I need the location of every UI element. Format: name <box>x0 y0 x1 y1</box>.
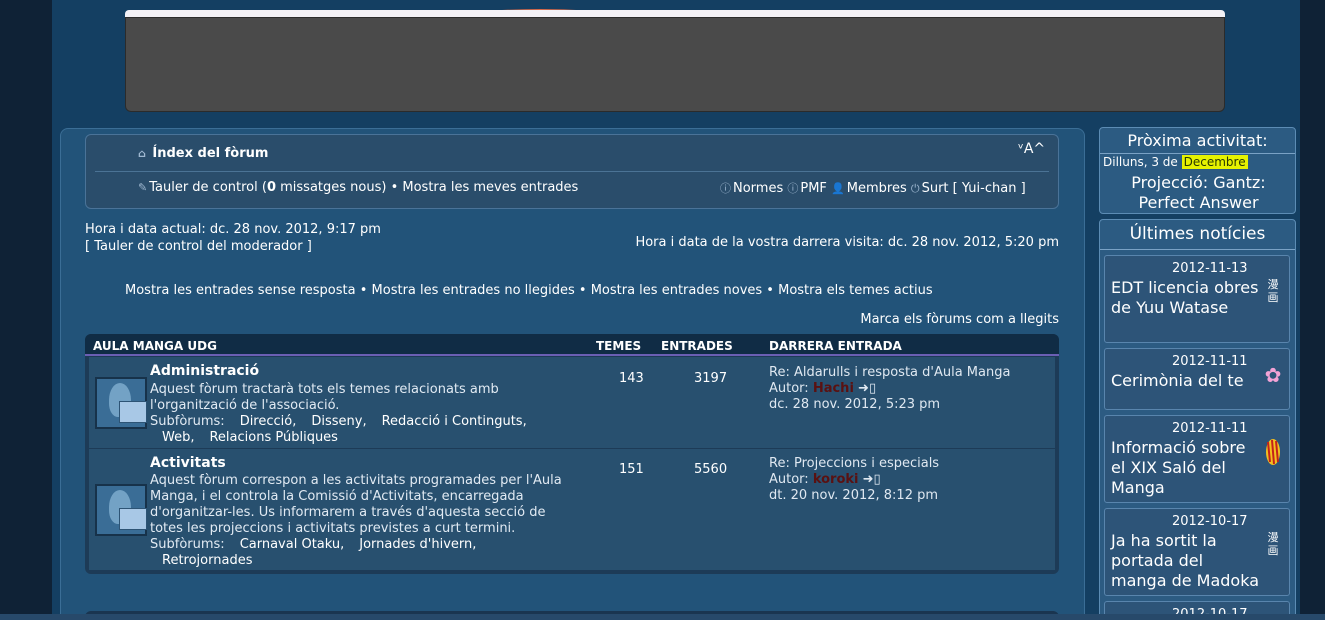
font-size-toggle[interactable]: ᵛA^ <box>1018 141 1045 157</box>
subforum-link[interactable]: Direcció, <box>240 414 297 429</box>
my-posts-link[interactable]: Mostra les meves entrades <box>402 180 578 195</box>
table-header <box>85 334 1059 356</box>
news-date: 2012-11-13 <box>1172 261 1248 276</box>
posts-column-header: ENTRADES <box>661 339 733 353</box>
subforum-link[interactable]: Retrojornades <box>162 553 252 568</box>
subforum-link[interactable]: Web, <box>162 430 194 445</box>
search-links: Mostra les entrades sense resposta • Mos… <box>125 283 933 298</box>
last-post-link[interactable]: Re: Projeccions i especials <box>769 456 939 472</box>
mark-forums-read-link[interactable]: Marca els fòrums com a llegits <box>860 312 1059 327</box>
author-link[interactable]: Hachi <box>813 381 854 396</box>
forum-title-administracio[interactable]: Administració <box>150 363 259 379</box>
faq-link[interactable]: PMF <box>800 181 827 196</box>
active-topics-link[interactable]: Mostra els temes actius <box>778 283 933 298</box>
news-date: 2012-11-11 <box>1172 354 1248 369</box>
unread-posts-link[interactable]: Mostra les entrades no llegides <box>372 283 575 298</box>
posts-count: 3197 <box>694 371 728 386</box>
taskbar-edge <box>0 614 1325 620</box>
mcp-link[interactable]: [ Tauler de control del moderador ] <box>85 239 312 254</box>
forum-title-activitats[interactable]: Activitats <box>150 455 226 471</box>
right-margin <box>1300 0 1325 620</box>
manga-icon: 漫画 <box>1267 278 1279 304</box>
last-post-info: Re: Aldarulls i resposta d'Aula Manga Au… <box>769 365 1011 412</box>
view-latest-post-icon[interactable]: ➜▯ <box>858 381 876 396</box>
flower-icon: ✿ <box>1264 363 1282 387</box>
panel-divider <box>1100 153 1295 154</box>
topics-count: 143 <box>619 371 644 386</box>
last-visit-time: Hora i data de la vostra darrera visita:… <box>635 235 1059 250</box>
power-icon: ⏻ <box>910 182 920 195</box>
breadcrumb: ⌂ Índex del fòrum <box>138 146 268 161</box>
view-latest-post-icon[interactable]: ➜▯ <box>863 472 881 487</box>
subforum-link[interactable]: Jornades d'hivern, <box>359 537 476 552</box>
news-title[interactable]: Informació sobre el XIX Saló del Manga <box>1111 438 1261 498</box>
news-date: 2012-10-17 <box>1172 514 1248 529</box>
news-title[interactable]: Ja ha sortit la portada del manga de Mad… <box>1111 531 1261 591</box>
last-post-link[interactable]: Re: Aldarulls i resposta d'Aula Manga <box>769 365 1010 381</box>
current-time: Hora i data actual: dc. 28 nov. 2012, 9:… <box>85 222 381 237</box>
next-activity-title: Pròxima activitat: <box>1127 131 1268 150</box>
forum-read-icon <box>95 484 147 536</box>
help-icon: ⓘ <box>787 182 799 195</box>
left-margin <box>0 0 52 620</box>
subforum-link[interactable]: Relacions Públiques <box>209 430 337 445</box>
forum-read-icon <box>95 377 147 429</box>
subforum-link[interactable]: Redacció i Continguts, <box>382 414 527 429</box>
author-link[interactable]: koroki <box>813 472 859 487</box>
new-posts-link[interactable]: Mostra les entrades noves <box>591 283 762 298</box>
last-post-info: Re: Projeccions i especials Autor: korok… <box>769 456 940 503</box>
site-banner <box>125 17 1225 112</box>
topics-count: 151 <box>619 462 644 477</box>
forum-index-link[interactable]: Índex del fòrum <box>152 146 268 161</box>
unanswered-posts-link[interactable]: Mostra les entrades sense resposta <box>125 283 356 298</box>
news-title[interactable]: Cerimònia del te <box>1111 371 1261 391</box>
wrench-icon: ✎ <box>138 181 148 194</box>
home-icon: ⌂ <box>138 147 146 160</box>
logout-link[interactable]: Surt [ Yui-chan ] <box>922 181 1026 196</box>
news-title[interactable]: EDT licencia obres de Yuu Watase <box>1111 278 1261 318</box>
info-icon: ⓘ <box>720 182 731 195</box>
subforum-list: Subfòrums: Direcció, Disseny, Redacció i Co… <box>150 414 527 445</box>
latest-news-title: Últimes notícies <box>1129 224 1266 244</box>
topics-column-header: TEMES <box>596 339 642 353</box>
navbar-divider <box>95 171 1049 172</box>
subforum-link[interactable]: Carnaval Otaku, <box>240 537 345 552</box>
nav-quick-links: ⓘ Normes ⓘ PMF 👤 Membres ⏻ Surt [ Yui-chan ] <box>720 180 1026 196</box>
panel-divider <box>1100 249 1295 250</box>
last-post-column-header: DARRERA ENTRADA <box>769 339 902 353</box>
ucp-link[interactable]: Tauler de control (0 missatges nous) <box>149 180 386 195</box>
user-links: ✎ Tauler de control (0 missatges nous) • … <box>138 180 579 195</box>
category-header[interactable]: AULA MANGA UDG <box>93 334 217 356</box>
members-link[interactable]: Membres <box>847 181 907 196</box>
members-icon: 👤 <box>831 182 845 195</box>
forum-description: Aquest fòrum tractarà tots els temes rel… <box>150 382 499 413</box>
rules-link[interactable]: Normes <box>733 181 783 196</box>
flag-icon <box>1263 438 1283 469</box>
subforum-list: Subfòrums: Carnaval Otaku, Jornades d'hive… <box>150 537 477 568</box>
posts-count: 5560 <box>694 462 728 477</box>
subforum-link[interactable]: Disseny, <box>311 414 366 429</box>
manga-icon: 漫画 <box>1267 531 1279 557</box>
next-activity-date: Dilluns, 3 de Decembre <box>1103 155 1248 169</box>
forum-description: Aquest fòrum correspon a les activitats … <box>150 473 562 536</box>
news-date: 2012-11-11 <box>1172 421 1248 436</box>
next-activity-text[interactable]: Projecció: Gantz: Perfect Answer <box>1104 173 1293 213</box>
